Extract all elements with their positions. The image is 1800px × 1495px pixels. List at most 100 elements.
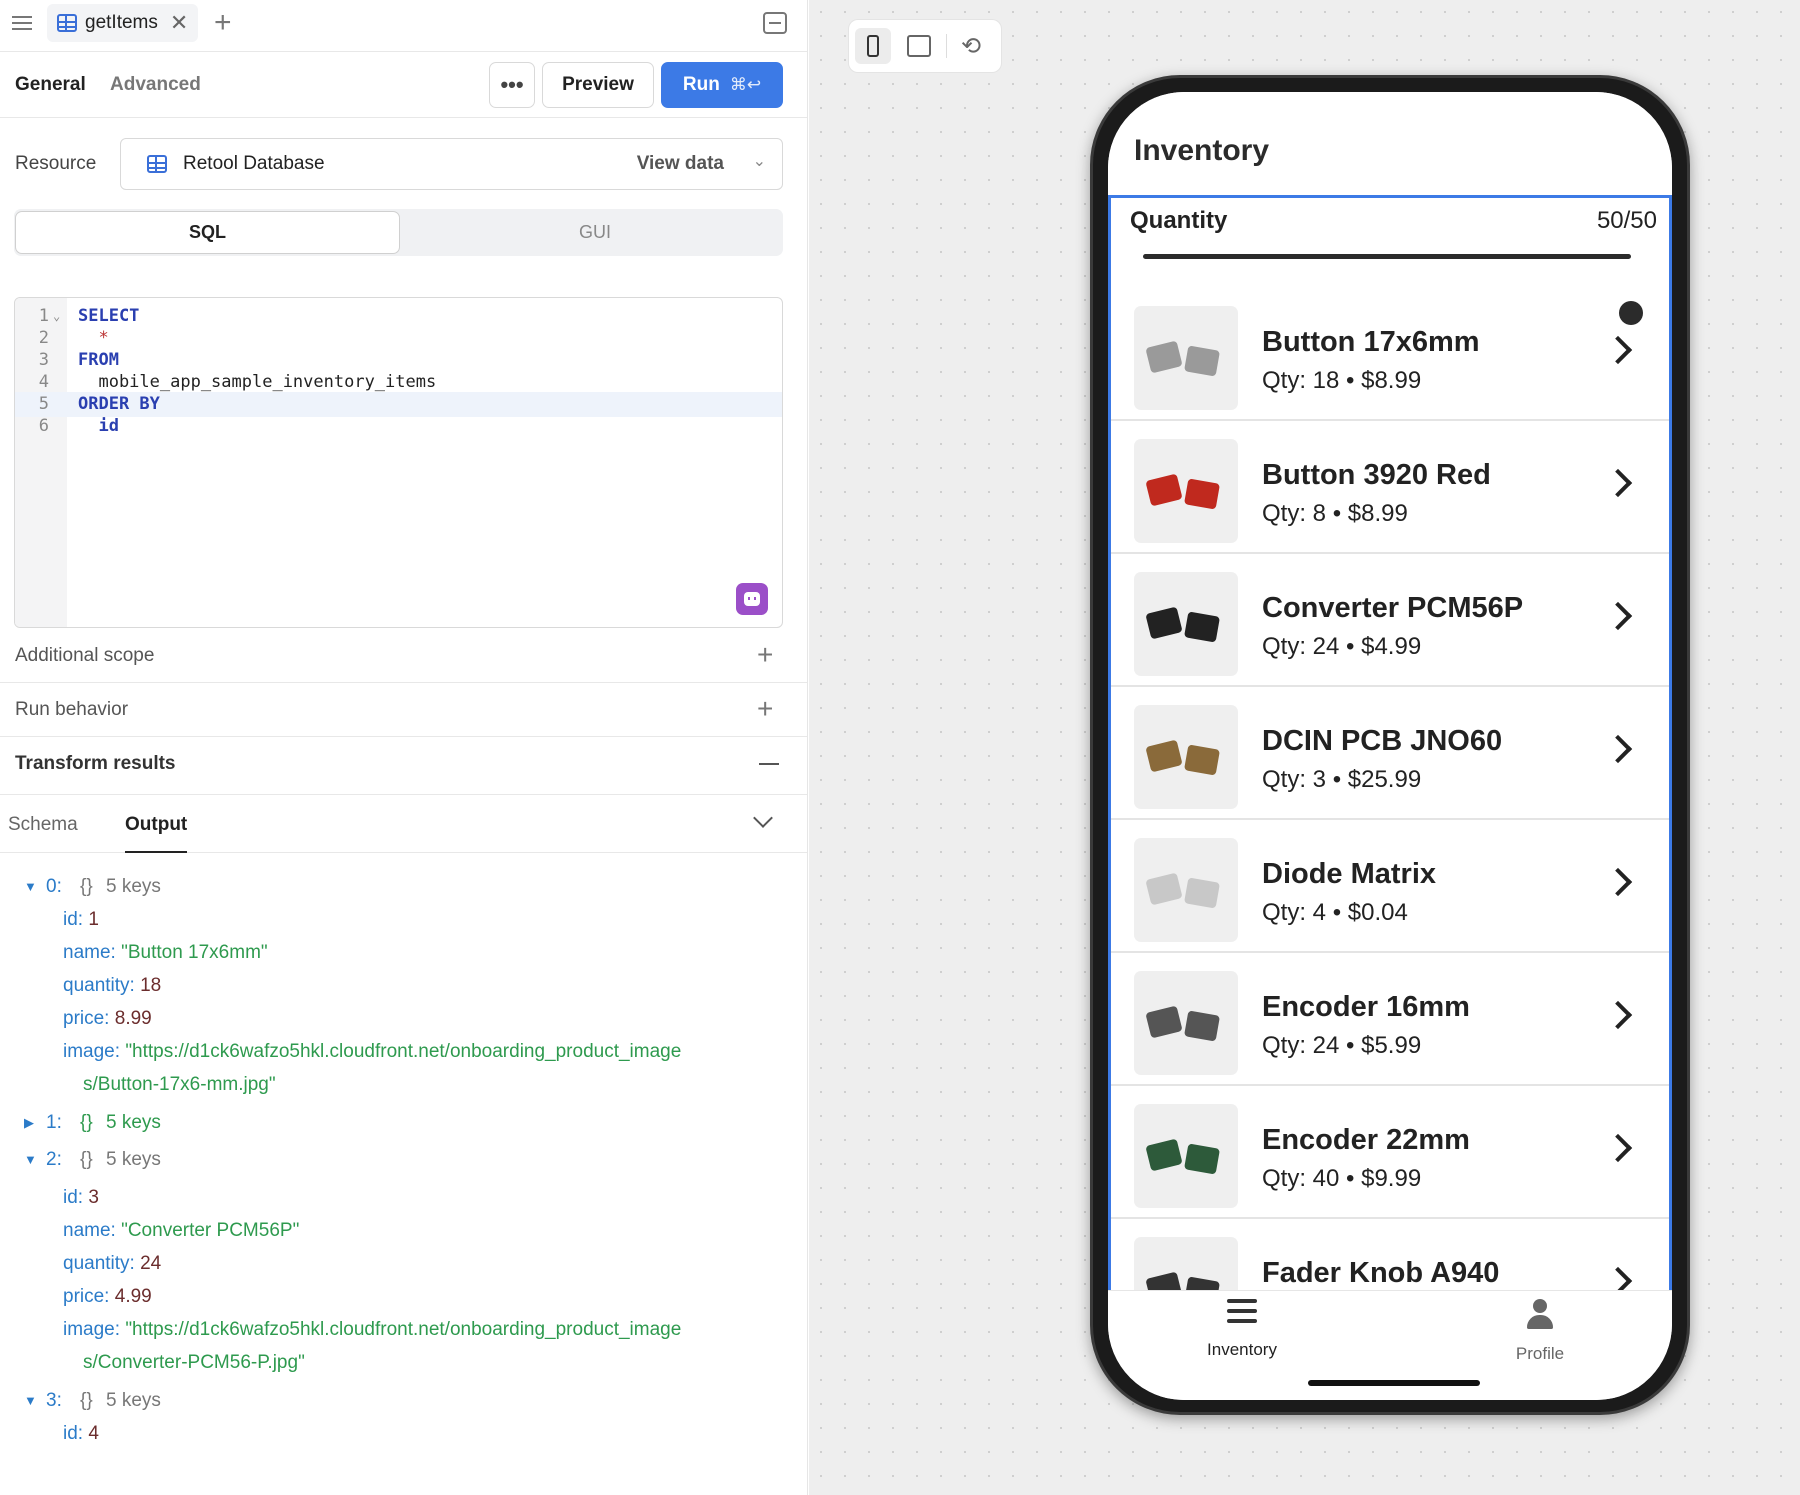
list-item[interactable]: Encoder 16mm Qty: 24 • $5.99 — [1111, 953, 1669, 1086]
tree-node[interactable]: ▶ 1: {} 5 keys — [0, 1106, 807, 1139]
additional-scope-section[interactable]: Additional scope + — [0, 629, 807, 683]
product-part — [1183, 345, 1221, 377]
key-count: 5 keys — [106, 1390, 161, 1411]
code-line[interactable]: 6 id — [15, 414, 782, 439]
close-icon[interactable]: ✕ — [170, 10, 188, 36]
mode-sql[interactable]: SQL — [15, 211, 400, 254]
quantity-slider[interactable]: Quantity 50/50 — [1108, 198, 1672, 325]
inventory-list: Button 17x6mm Qty: 18 • $8.99 Button 3920 … — [1108, 288, 1672, 1291]
collapse-panel-icon[interactable] — [763, 12, 787, 34]
tab-schema[interactable]: Schema — [8, 814, 78, 836]
app-canvas: ⟲ Inventory Quantity 50/50 Button 17x6mm… — [809, 0, 1800, 1495]
tablet-view-button[interactable] — [901, 28, 937, 64]
slider-value: 50/50 — [1596, 207, 1657, 234]
list-item[interactable]: Button 17x6mm Qty: 18 • $8.99 — [1111, 288, 1669, 421]
caret-right-icon[interactable]: ▶ — [24, 1106, 34, 1139]
item-name: Encoder 22mm — [1262, 1124, 1470, 1156]
resource-label: Resource — [15, 153, 97, 174]
caret-down-icon[interactable]: ▼ — [24, 1143, 37, 1176]
query-subbar: General Advanced ••• Preview Run ⌘↩ — [0, 52, 807, 118]
item-name: Fader Knob A940 — [1262, 1257, 1500, 1289]
plus-icon[interactable]: + — [757, 639, 773, 671]
product-image — [1134, 1104, 1238, 1208]
add-tab-icon[interactable]: + — [214, 6, 232, 40]
list-item[interactable]: Button 3920 Red Qty: 8 • $8.99 — [1111, 421, 1669, 554]
minus-icon[interactable] — [759, 763, 779, 765]
sql-editor[interactable]: 1 ⌄ SELECT 2 * 3 FROM 4 mobile_app_sample_inve… — [14, 297, 783, 628]
tab-general[interactable]: General — [15, 74, 86, 96]
node-index: 2: — [46, 1149, 62, 1170]
sql-keyword: ORDER BY — [78, 394, 160, 414]
list-item[interactable]: Encoder 22mm Qty: 40 • $9.99 — [1111, 1086, 1669, 1219]
tab-advanced[interactable]: Advanced — [110, 74, 201, 96]
mode-gui[interactable]: GUI — [410, 211, 780, 254]
resource-select[interactable]: Retool Database View data ⌄ — [120, 138, 783, 190]
product-part — [1145, 606, 1183, 640]
tree-field: image: "https://d1ck6wafzo5hkl.cloudfron… — [0, 1313, 807, 1346]
ai-assist-button[interactable] — [736, 583, 768, 615]
table-icon — [57, 14, 77, 32]
field-value: "https://d1ck6wafzo5hkl.cloudfront.net/o… — [125, 1319, 682, 1340]
bottom-nav: Inventory Profile — [1108, 1290, 1672, 1400]
list-item[interactable]: Fader Knob A940Qty: 22 • $7.99 — [1111, 1219, 1669, 1291]
nav-inventory[interactable]: Inventory — [1162, 1299, 1322, 1360]
run-button[interactable]: Run ⌘↩ — [661, 62, 783, 108]
tree-field: price: 8.99 — [0, 1002, 807, 1035]
resource-row: Resource Retool Database View data ⌄ — [0, 118, 807, 206]
preview-button[interactable]: Preview — [542, 62, 654, 108]
caret-down-icon[interactable]: ▼ — [24, 870, 37, 903]
tree-field: name: "Converter PCM56P" — [0, 1214, 807, 1247]
tree-node[interactable]: ▼ 3: {} 5 keys — [0, 1384, 807, 1417]
tree-field: quantity: 18 — [0, 969, 807, 1002]
field-key: price: — [63, 1286, 110, 1307]
nav-profile[interactable]: Profile — [1460, 1299, 1620, 1364]
run-behavior-section[interactable]: Run behavior + — [0, 683, 807, 737]
sql-keyword: SELECT — [78, 306, 140, 326]
tab-output[interactable]: Output — [125, 814, 188, 853]
menu-icon[interactable] — [10, 12, 34, 34]
field-value: "Button 17x6mm" — [121, 942, 268, 963]
list-item[interactable]: DCIN PCB JNO60 Qty: 3 • $25.99 — [1111, 687, 1669, 820]
mobile-view-button[interactable] — [855, 28, 891, 64]
menu-icon — [1227, 1299, 1257, 1325]
tree-field-wrap: s/Converter-PCM56-P.jpg" — [0, 1346, 807, 1379]
list-item[interactable]: Diode Matrix Qty: 4 • $0.04 — [1111, 820, 1669, 953]
item-name: Button 17x6mm — [1262, 326, 1480, 358]
phone-icon — [867, 35, 879, 57]
transform-results-section[interactable]: Transform results — [0, 737, 807, 795]
plus-icon[interactable]: + — [757, 693, 773, 725]
query-tabbar: getItems ✕ + — [0, 0, 807, 52]
item-name: Encoder 16mm — [1262, 991, 1470, 1023]
caret-down-icon[interactable]: ▼ — [24, 1384, 37, 1417]
sql-keyword: id — [78, 416, 119, 436]
view-data-link[interactable]: View data — [637, 153, 724, 175]
rotate-button[interactable]: ⟲ — [953, 28, 989, 64]
field-value: s/Button-17x6-mm.jpg" — [83, 1074, 276, 1095]
field-value: 18 — [140, 975, 162, 996]
chevron-right-icon — [1603, 1133, 1633, 1163]
chevron-down-icon[interactable] — [753, 808, 773, 828]
product-part — [1183, 1276, 1221, 1291]
field-key: id: — [63, 1423, 84, 1444]
tab-getitems[interactable]: getItems ✕ — [47, 4, 199, 42]
code-text: id — [78, 414, 119, 439]
tree-node[interactable]: ▼ 0: {} 5 keys — [0, 870, 807, 903]
key-count: 5 keys — [106, 1112, 161, 1133]
more-button[interactable]: ••• — [489, 62, 535, 108]
field-value: 8.99 — [114, 1008, 152, 1029]
object-icon: {} — [80, 1390, 93, 1411]
list-item[interactable]: Converter PCM56P Qty: 24 • $4.99 — [1111, 554, 1669, 687]
line-number: 6 — [38, 416, 49, 436]
field-key: image: — [63, 1319, 121, 1340]
output-tabs: Schema Output — [0, 795, 807, 853]
phone-screen: Inventory Quantity 50/50 Button 17x6mm Qt… — [1108, 92, 1672, 1400]
slider-track[interactable] — [1143, 254, 1643, 325]
item-name: Button 3920 Red — [1262, 459, 1491, 491]
additional-scope-label: Additional scope — [15, 645, 155, 666]
field-key: name: — [63, 942, 116, 963]
tree-node[interactable]: ▼ 2: {} 5 keys — [0, 1143, 807, 1176]
field-key: image: — [63, 1041, 121, 1062]
tree-field: price: 4.99 — [0, 1280, 807, 1313]
chevron-right-icon — [1603, 1266, 1633, 1291]
field-value: 4.99 — [114, 1286, 152, 1307]
